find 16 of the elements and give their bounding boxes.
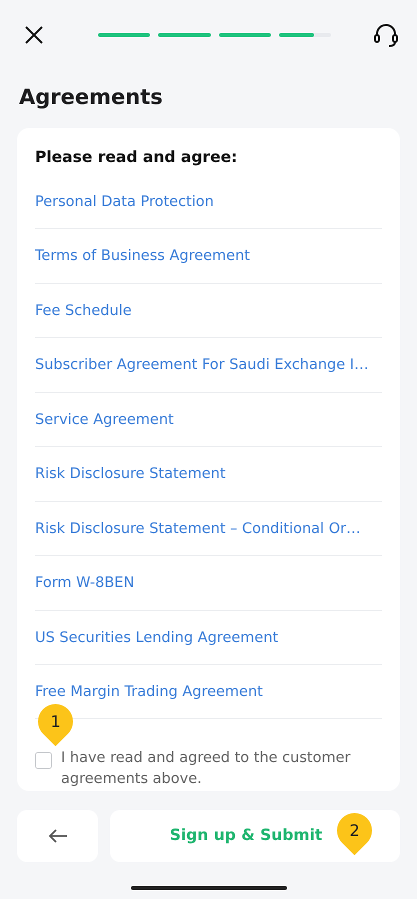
consent-text: I have read and agreed to the customer agreements above.	[61, 749, 352, 789]
agreement-link[interactable]: Personal Data Protection	[35, 174, 382, 230]
headset-icon[interactable]	[373, 23, 399, 47]
agreement-link[interactable]: Risk Disclosure Statement – Conditional Or…	[35, 502, 382, 556]
agreement-link[interactable]: Fee Schedule	[35, 284, 382, 338]
agreement-link[interactable]: Risk Disclosure Statement	[35, 447, 382, 502]
page-title: Agreements	[19, 84, 164, 111]
agreement-link[interactable]: Terms of Business Agreement	[35, 229, 382, 284]
agreement-link[interactable]: Form W-8BEN	[35, 556, 382, 610]
checkbox[interactable]	[35, 752, 52, 770]
agreement-link[interactable]: Service Agreement	[35, 392, 382, 448]
card-heading: Please read and agree:	[35, 146, 238, 168]
back-arrow-icon	[48, 828, 68, 842]
close-icon[interactable]	[24, 25, 44, 45]
agreement-link[interactable]: US Securities Lending Agreement	[35, 610, 382, 665]
agreement-link[interactable]: Subscriber Agreement For Saudi Exchange I…	[35, 338, 382, 393]
